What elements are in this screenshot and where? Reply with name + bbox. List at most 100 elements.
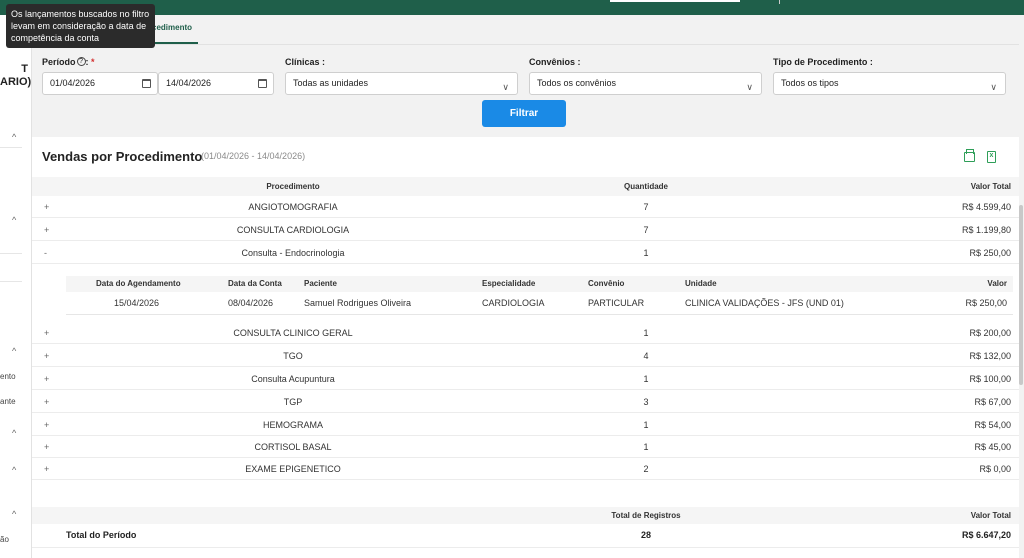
column-header-valor-total[interactable]: Valor Total bbox=[971, 177, 1011, 196]
row-quantidade: 7 bbox=[643, 225, 649, 235]
row-quantidade: 3 bbox=[643, 397, 649, 407]
row-procedimento: EXAME EPIGENETICO bbox=[245, 464, 341, 474]
sidebar-chevron-up-icon[interactable]: ^ bbox=[12, 132, 16, 142]
table-row: + TGP 3 R$ 67,00 bbox=[32, 391, 1019, 413]
expand-toggle[interactable]: + bbox=[44, 219, 49, 241]
scrollbar-thumb[interactable] bbox=[1019, 205, 1023, 385]
sidebar: T ARIO) ^ ^ ^ ento ante ^ ^ ^ ão bbox=[0, 15, 32, 558]
calendar-icon[interactable] bbox=[258, 79, 267, 88]
table-row: + CORTISOL BASAL 1 R$ 45,00 bbox=[32, 436, 1019, 458]
row-quantidade: 7 bbox=[643, 202, 649, 212]
detail-header-unidade: Unidade bbox=[685, 279, 717, 288]
convenios-select[interactable]: Todos os convênios ∨ bbox=[529, 72, 762, 95]
detail-row: 15/04/2026 08/04/2026 Samuel Rodrigues O… bbox=[66, 292, 1013, 315]
detail-header-data-agendamento: Data do Agendamento bbox=[96, 279, 181, 288]
convenios-label: Convênios : bbox=[529, 57, 581, 67]
expand-toggle[interactable]: + bbox=[44, 345, 49, 367]
detail-especialidade: CARDIOLOGIA bbox=[482, 298, 545, 308]
row-procedimento: HEMOGRAMA bbox=[262, 420, 323, 430]
totals-periodo-label: Total do Período bbox=[66, 530, 137, 540]
row-procedimento: CONSULTA CLINICO GERAL bbox=[233, 328, 353, 338]
row-valor: R$ 0,00 bbox=[979, 464, 1011, 474]
detail-valor: R$ 250,00 bbox=[965, 298, 1007, 308]
sidebar-chevron-up-icon[interactable]: ^ bbox=[12, 509, 16, 519]
row-valor: R$ 132,00 bbox=[969, 351, 1011, 361]
panel-date-range: (01/04/2026 - 14/04/2026) bbox=[201, 151, 306, 161]
periodo-label-text: Período bbox=[42, 57, 76, 67]
detail-convenio: PARTICULAR bbox=[588, 298, 645, 308]
row-valor: R$ 4.599,40 bbox=[961, 202, 1011, 212]
sidebar-divider bbox=[0, 147, 22, 148]
required-asterisk: * bbox=[91, 57, 95, 67]
clinicas-select[interactable]: Todas as unidades ∨ bbox=[285, 72, 518, 95]
row-quantidade: 2 bbox=[643, 464, 649, 474]
sidebar-item-label[interactable]: ento bbox=[0, 372, 16, 381]
detail-header-convenio: Convênio bbox=[588, 279, 625, 288]
excel-export-icon[interactable]: x bbox=[987, 151, 996, 163]
table-row: + TGO 4 R$ 132,00 bbox=[32, 345, 1019, 367]
row-valor: R$ 45,00 bbox=[974, 442, 1011, 452]
collapse-toggle[interactable]: - bbox=[44, 242, 47, 264]
column-header-procedimento[interactable]: Procedimento bbox=[92, 177, 494, 196]
sidebar-chevron-up-icon[interactable]: ^ bbox=[12, 465, 16, 475]
periodo-label: Período?: * bbox=[42, 57, 95, 67]
totals-header-valor: Valor Total bbox=[970, 511, 1011, 520]
print-icon[interactable] bbox=[964, 149, 975, 162]
row-quantidade: 1 bbox=[643, 420, 649, 430]
date-start-value: 01/04/2026 bbox=[50, 78, 96, 88]
help-icon[interactable]: ? bbox=[76, 57, 86, 66]
sidebar-chevron-up-icon[interactable]: ^ bbox=[12, 215, 16, 225]
clinicas-label: Clínicas : bbox=[285, 57, 326, 67]
date-end-field[interactable]: 14/04/2026 bbox=[158, 72, 274, 95]
filters-section: Período?: * 01/04/2026 14/04/2026 Clínic… bbox=[32, 46, 1024, 138]
tipo-procedimento-label: Tipo de Procedimento : bbox=[773, 57, 873, 67]
expand-toggle[interactable]: + bbox=[44, 436, 49, 458]
expand-toggle[interactable]: + bbox=[44, 391, 49, 413]
row-procedimento: TGO bbox=[283, 351, 303, 361]
chevron-down-icon: ∨ bbox=[746, 82, 753, 92]
detail-data-conta: 08/04/2026 bbox=[228, 298, 274, 308]
filter-button[interactable]: Filtrar bbox=[482, 100, 566, 127]
totals-valor-value: R$ 6.647,20 bbox=[961, 530, 1011, 540]
date-end-value: 14/04/2026 bbox=[166, 78, 212, 88]
row-valor: R$ 100,00 bbox=[969, 374, 1011, 384]
tab-active-indicator bbox=[150, 42, 198, 44]
totals-header-registros: Total de Registros bbox=[611, 511, 681, 520]
panel-title: Vendas por Procedimento bbox=[42, 149, 203, 164]
expand-toggle[interactable]: + bbox=[44, 458, 49, 480]
expand-toggle[interactable]: + bbox=[44, 368, 49, 390]
expand-toggle[interactable]: + bbox=[44, 196, 49, 218]
row-quantidade: 1 bbox=[643, 442, 649, 452]
table-row: + HEMOGRAMA 1 R$ 54,00 bbox=[32, 414, 1019, 436]
row-quantidade: 1 bbox=[643, 248, 649, 258]
table-row: + CONSULTA CARDIOLOGIA 7 R$ 1.199,80 bbox=[32, 219, 1019, 241]
header-divider bbox=[779, 0, 780, 4]
expand-toggle[interactable]: + bbox=[44, 322, 49, 344]
table-header: Procedimento Quantidade Valor Total bbox=[32, 177, 1019, 196]
detail-paciente: Samuel Rodrigues Oliveira bbox=[304, 298, 412, 308]
column-header-quantidade[interactable]: Quantidade bbox=[596, 177, 696, 196]
chevron-down-icon: ∨ bbox=[990, 82, 997, 92]
tab-vendas-procedimento[interactable]: cedimento bbox=[152, 23, 192, 32]
row-valor: R$ 67,00 bbox=[974, 397, 1011, 407]
sidebar-item-label[interactable]: ante bbox=[0, 397, 16, 406]
row-procedimento: Consulta Acupuntura bbox=[251, 374, 335, 384]
sidebar-chevron-up-icon[interactable]: ^ bbox=[12, 346, 16, 356]
expand-toggle[interactable]: + bbox=[44, 414, 49, 436]
sidebar-chevron-up-icon[interactable]: ^ bbox=[12, 428, 16, 438]
sidebar-user-name: T ARIO) bbox=[0, 63, 32, 89]
table-row: - Consulta - Endocrinologia 1 R$ 250,00 bbox=[32, 242, 1019, 264]
sidebar-item-label[interactable]: ão bbox=[0, 535, 9, 544]
row-valor: R$ 200,00 bbox=[969, 328, 1011, 338]
detail-header-valor: Valor bbox=[987, 279, 1007, 288]
header-search-box[interactable] bbox=[610, 0, 740, 2]
sidebar-user-line-2: ARIO) bbox=[0, 76, 32, 88]
sidebar-divider bbox=[0, 281, 22, 282]
detail-table-header: Data do Agendamento Data da Conta Pacien… bbox=[66, 276, 1013, 292]
tipo-procedimento-select[interactable]: Todos os tipos ∨ bbox=[773, 72, 1006, 95]
report-panel: Vendas por Procedimento (01/04/2026 - 14… bbox=[32, 137, 1019, 558]
page-scrollbar[interactable] bbox=[1019, 15, 1024, 558]
date-start-field[interactable]: 01/04/2026 bbox=[42, 72, 158, 95]
detail-data-agendamento: 15/04/2026 bbox=[114, 298, 160, 308]
calendar-icon[interactable] bbox=[142, 79, 151, 88]
